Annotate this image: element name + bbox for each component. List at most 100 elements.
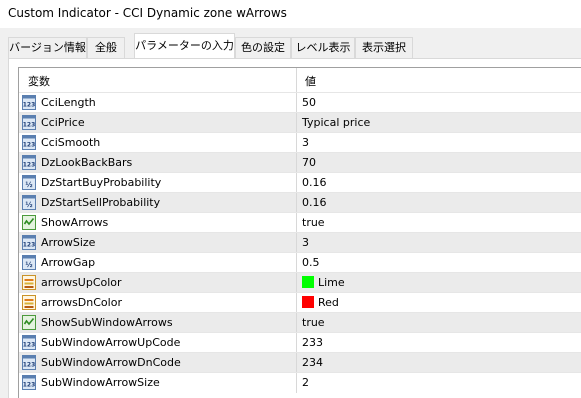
table-row[interactable]: 123 CciPrice Typical price [19,112,581,133]
table-row[interactable]: 123 CciLength 50 [19,92,581,113]
parameter-value: 70 [302,156,316,169]
parameter-name: ArrowSize [41,236,96,249]
bool-icon [22,215,36,230]
header-value[interactable]: 値 [305,73,316,89]
parameter-value: Red [318,296,339,309]
svg-text:123: 123 [23,122,36,129]
color-swatch [302,276,314,288]
svg-text:123: 123 [23,342,36,349]
column-divider [296,93,297,113]
column-divider [296,233,297,253]
parameter-value: Lime [318,276,345,289]
parameter-value-cell[interactable]: 0.16 [302,176,327,189]
double-icon: ½ [22,175,36,190]
parameter-value-cell[interactable]: Red [302,296,339,309]
parameter-value-cell[interactable]: 0.5 [302,256,320,269]
svg-text:123: 123 [23,362,36,369]
parameter-name: ShowArrows [41,216,109,229]
tab-label: バージョン情報 [9,41,86,54]
int-icon: 123 [22,95,36,110]
parameter-value-cell[interactable]: 0.16 [302,196,327,209]
parameter-value: 233 [302,336,323,349]
column-divider [296,153,297,173]
svg-text:123: 123 [23,162,36,169]
table-row[interactable]: arrowsUpColor Lime [19,272,581,293]
parameter-value: true [302,316,325,329]
window-title-bar: Custom Indicator - CCI Dynamic zone wArr… [0,0,581,28]
table-row[interactable]: 123 SubWindowArrowUpCode 233 [19,332,581,353]
parameter-rows: 123 CciLength 50 123 CciPrice Typical price 12… [19,92,581,393]
column-divider [296,253,297,273]
table-row[interactable]: 123 ArrowSize 3 [19,232,581,253]
parameter-value-cell[interactable]: Lime [302,276,345,289]
tab-version-info[interactable]: バージョン情報 [8,37,87,58]
table-row[interactable]: ½ DzStartBuyProbability 0.16 [19,172,581,193]
parameter-value-cell[interactable]: true [302,316,325,329]
table-row[interactable]: 123 SubWindowArrowSize 2 [19,372,581,393]
column-divider [296,173,297,193]
table-row[interactable]: 123 CciSmooth 3 [19,132,581,153]
parameter-value-cell[interactable]: 2 [302,376,309,389]
tab-levels[interactable]: レベル表示 [291,37,355,58]
column-divider [296,133,297,153]
int-icon: 123 [22,235,36,250]
svg-text:½: ½ [25,261,32,269]
svg-text:123: 123 [23,102,36,109]
int-icon: 123 [22,115,36,130]
tab-general[interactable]: 全般 [87,37,125,58]
table-row[interactable]: 123 DzLookBackBars 70 [19,152,581,173]
bool-icon [22,315,36,330]
parameter-value-cell[interactable]: true [302,216,325,229]
svg-text:123: 123 [23,242,36,249]
parameter-name: SubWindowArrowDnCode [41,356,181,369]
parameter-value-cell[interactable]: 70 [302,156,316,169]
parameter-value: 3 [302,236,309,249]
grid-header: 変数 値 [19,68,581,92]
parameter-value-cell[interactable]: 233 [302,336,323,349]
table-row[interactable]: ½ DzStartSellProbability 0.16 [19,192,581,213]
column-divider [296,213,297,233]
int-icon: 123 [22,355,36,370]
tab-colors[interactable]: 色の設定 [235,37,291,58]
parameter-name: ShowSubWindowArrows [41,316,173,329]
column-divider [296,313,297,333]
header-variable[interactable]: 変数 [28,73,50,89]
tab-label: レベル表示 [295,41,351,54]
parameter-value-cell[interactable]: Typical price [302,116,370,129]
parameter-name: CciLength [41,96,96,109]
tab-inputs[interactable]: パラメーターの入力 [134,33,235,59]
color-icon [22,295,36,310]
parameter-name: ArrowGap [41,256,96,269]
window-title: Custom Indicator - CCI Dynamic zone wArr… [8,6,287,20]
parameter-value: Typical price [302,116,371,129]
parameter-value-cell[interactable]: 3 [302,236,309,249]
tab-visualization[interactable]: 表示選択 [355,37,413,58]
table-row[interactable]: ShowArrows true [19,212,581,233]
color-swatch [302,296,314,308]
table-row[interactable]: ShowSubWindowArrows true [19,312,581,333]
svg-text:123: 123 [23,142,36,149]
table-row[interactable]: 123 SubWindowArrowDnCode 234 [19,352,581,373]
color-icon [22,275,36,290]
svg-text:½: ½ [25,181,32,189]
parameter-value-cell[interactable]: 50 [302,96,316,109]
parameter-value: 0.16 [302,196,327,209]
table-row[interactable]: ½ ArrowGap 0.5 [19,252,581,273]
parameter-name: SubWindowArrowSize [41,376,160,389]
parameter-name: CciPrice [41,116,85,129]
parameter-value-cell[interactable]: 3 [302,136,309,149]
column-divider [296,273,297,293]
column-divider [296,193,297,213]
parameter-value-cell[interactable]: 234 [302,356,323,369]
parameter-name: DzStartSellProbability [41,196,161,209]
parameter-value: 50 [302,96,316,109]
table-row[interactable]: arrowsDnColor Red [19,292,581,313]
int-icon: 123 [22,335,36,350]
inputs-panel: 変数 値 123 CciLength 50 123 CciPrice Typical pr… [8,58,581,398]
column-divider [296,333,297,353]
svg-text:½: ½ [25,201,32,209]
parameter-value: 0.5 [302,256,320,269]
parameter-name: SubWindowArrowUpCode [41,336,181,349]
header-column-divider[interactable] [296,68,297,92]
parameter-value: 2 [302,376,309,389]
